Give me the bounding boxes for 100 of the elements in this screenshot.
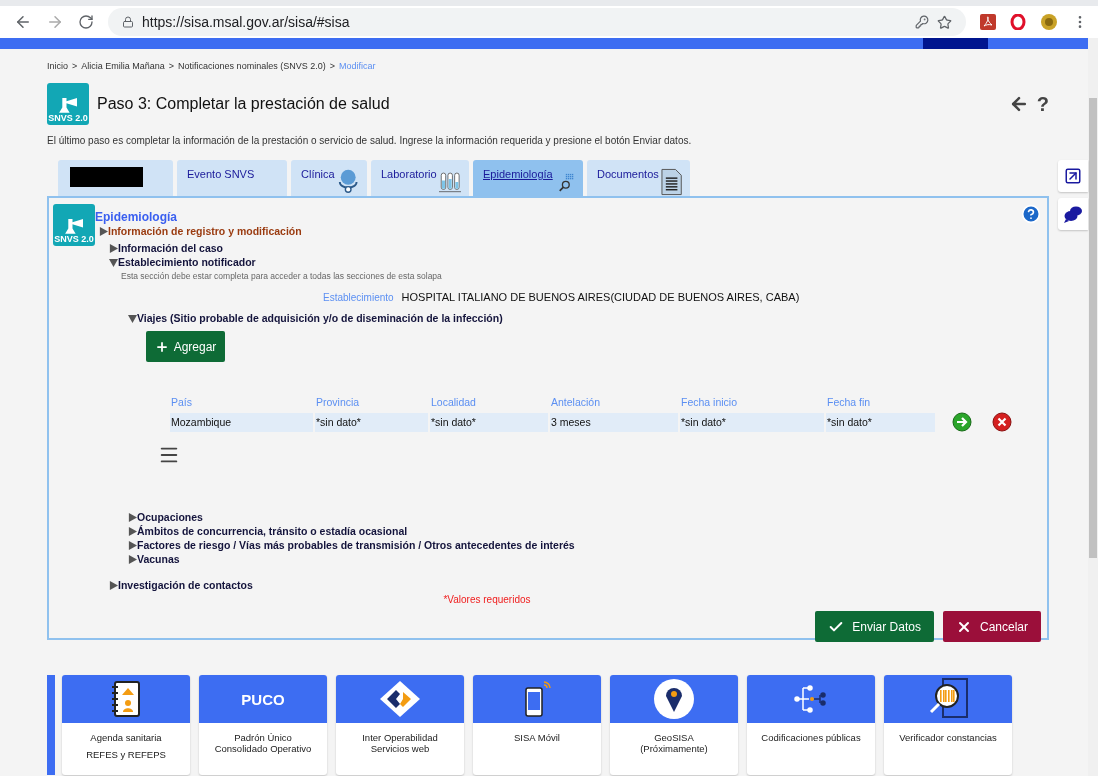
- section-label[interactable]: Vacunas: [137, 553, 180, 565]
- back-icon[interactable]: [14, 13, 32, 31]
- tile-label: SISA Móvil: [513, 731, 561, 744]
- phone-icon: [522, 680, 552, 718]
- breadcrumb-link[interactable]: Notificaciones nominales (SNVS 2.0): [178, 61, 326, 71]
- chat-button[interactable]: [1058, 198, 1088, 230]
- page-title: Paso 3: Completar la prestación de salud: [97, 95, 391, 113]
- tile-label: Inter Operabilidad Servicios web: [361, 731, 439, 755]
- table-cell: 3 meses: [550, 412, 678, 432]
- section-toggle[interactable]: Vacunas: [128, 552, 1041, 566]
- section-label[interactable]: Establecimiento notificador: [118, 256, 256, 268]
- app-tile[interactable]: GeoSISA (Próximamente): [610, 675, 738, 775]
- section-header[interactable]: Información de registro y modificación: [99, 224, 1041, 238]
- pdf-icon[interactable]: [980, 14, 996, 30]
- chat-icon: [1063, 205, 1083, 223]
- section-label[interactable]: Factores de riesgo / Vías más probables de transmisión / Otros antecedentes de interés: [137, 539, 575, 551]
- tree-diagram-icon: [793, 685, 829, 713]
- app-tile[interactable]: Verificador constancias: [884, 675, 1012, 775]
- section-toggle[interactable]: Viajes (Sitio probable de adquisición y/o de diseminación de la infección): [128, 311, 1041, 325]
- star-icon[interactable]: [937, 14, 952, 30]
- external-link-icon: [1064, 167, 1082, 185]
- table-cell: *sin dato*: [430, 412, 548, 432]
- snvs-logo: SNVS 2.0: [47, 83, 89, 125]
- breadcrumb-separator: >: [329, 61, 335, 71]
- help-icon[interactable]: [1021, 204, 1041, 224]
- reload-icon[interactable]: [78, 14, 94, 30]
- column-header: Provincia: [315, 396, 361, 408]
- section-label[interactable]: Ámbitos de concurrencia, tránsito o estadía ocasional: [137, 525, 408, 537]
- tile-label: GeoSISA (Próximamente): [639, 731, 709, 755]
- document-icon: [660, 168, 682, 196]
- address-bar[interactable]: https://sisa.msal.gov.ar/sisa/#sisa: [108, 8, 966, 36]
- tile-heading: PUCO: [241, 690, 285, 708]
- notebook-icon: [110, 681, 142, 717]
- collapsed-triangle-icon[interactable]: [128, 540, 137, 550]
- section-toggle[interactable]: Investigación de contactos: [109, 578, 1041, 592]
- section-label[interactable]: Viajes (Sitio probable de adquisición y/o de diseminación de la infección): [137, 312, 503, 324]
- section-toggle[interactable]: Factores de riesgo / Vías más probables de transmisión / Otros antecedentes de interés: [128, 538, 1041, 552]
- figure-icon: [62, 217, 86, 234]
- external-link-button[interactable]: [1058, 160, 1088, 192]
- barcode-magnifier-icon: [927, 678, 969, 720]
- collapsed-triangle-icon[interactable]: [128, 554, 137, 564]
- app-tile[interactable]: Codificaciones públicas: [747, 675, 875, 775]
- snvs-logo: SNVS 2.0: [53, 204, 95, 246]
- expanded-triangle-icon[interactable]: [128, 313, 137, 323]
- key-icon[interactable]: [915, 15, 929, 29]
- table-cell: Mozambique: [170, 412, 313, 432]
- submit-button[interactable]: Enviar Datos: [815, 611, 934, 642]
- description: El último paso es completar la información de la prestación o servicio de salud. Ingrese la información requerida y presione el botón Enviar datos.: [47, 135, 693, 146]
- section-toggle[interactable]: Establecimiento notificador: [109, 255, 1041, 269]
- column-header: Fecha fin: [826, 396, 872, 408]
- collapsed-triangle-icon[interactable]: [99, 226, 108, 236]
- section-label[interactable]: Investigación de contactos: [118, 579, 253, 591]
- extension-icon[interactable]: [1040, 13, 1058, 31]
- panel-heading: Epidemiología: [95, 210, 177, 224]
- ring-icon[interactable]: [1010, 14, 1026, 30]
- table-cell: *sin dato*: [315, 412, 428, 432]
- plus-icon: [154, 339, 169, 354]
- breadcrumb-link[interactable]: Alicia Emilia Mañana: [81, 61, 165, 71]
- section-toggle[interactable]: Información del caso: [109, 241, 1041, 255]
- map-pin-icon: [653, 678, 695, 720]
- collapsed-triangle-icon[interactable]: [128, 526, 137, 536]
- required-note: *Valores requeridos: [442, 594, 532, 605]
- delete-icon[interactable]: [992, 412, 1012, 432]
- tab[interactable]: [58, 160, 173, 196]
- figure-icon: [56, 96, 80, 113]
- table-cell: *sin dato*: [680, 412, 824, 432]
- breadcrumb-link[interactable]: Inicio: [47, 61, 68, 71]
- section-label[interactable]: Ocupaciones: [137, 511, 203, 523]
- puzzle-icon: [379, 680, 421, 718]
- app-tile[interactable]: PUCO Padrón Único Consolidado Operativo: [199, 675, 327, 775]
- collapsed-triangle-icon[interactable]: [128, 512, 137, 522]
- section-note: Esta sección debe estar completa para acceder a todas las secciones de esta solapa: [121, 271, 443, 281]
- app-tile[interactable]: Agenda sanitaria REFES y REFEPS: [62, 675, 190, 775]
- add-button[interactable]: Agregar: [146, 331, 225, 362]
- breadcrumb-separator: >: [72, 61, 78, 71]
- column-header: Localidad: [430, 396, 477, 408]
- section-label[interactable]: Información del caso: [118, 242, 224, 254]
- tab[interactable]: Clínica: [291, 160, 367, 196]
- tile-label: Padrón Único Consolidado Operativo: [213, 731, 313, 755]
- expanded-triangle-icon[interactable]: [109, 257, 118, 267]
- tab[interactable]: Documentos: [587, 160, 690, 196]
- section-toggle[interactable]: Ocupaciones: [128, 510, 1041, 524]
- top-bar-block: [923, 38, 988, 49]
- collapsed-triangle-icon[interactable]: [109, 580, 118, 590]
- section-toggle[interactable]: Ámbitos de concurrencia, tránsito o estadía ocasional: [128, 524, 1041, 538]
- tab[interactable]: Laboratorio: [371, 160, 469, 196]
- help-link[interactable]: ?: [1036, 92, 1049, 116]
- tab[interactable]: Evento SNVS: [177, 160, 287, 196]
- field-value: HOSPITAL ITALIANO DE BUENOS AIRES(CIUDAD DE BUENOS AIRES, CABA): [401, 291, 800, 303]
- tile-label: Agenda sanitaria: [89, 731, 163, 744]
- app-tile[interactable]: SISA Móvil: [473, 675, 601, 775]
- section-label[interactable]: Información de registro y modificación: [108, 225, 302, 237]
- cancel-button[interactable]: Cancelar: [942, 611, 1041, 642]
- field-label: Establecimiento: [323, 292, 394, 303]
- tile-label: Verificador constancias: [898, 731, 998, 744]
- app-tile[interactable]: Inter Operabilidad Servicios web: [336, 675, 464, 775]
- lock-icon: [122, 16, 134, 28]
- tab[interactable]: Epidemiología: [473, 160, 583, 196]
- column-header: Antelación: [550, 396, 602, 408]
- collapsed-triangle-icon[interactable]: [109, 243, 118, 253]
